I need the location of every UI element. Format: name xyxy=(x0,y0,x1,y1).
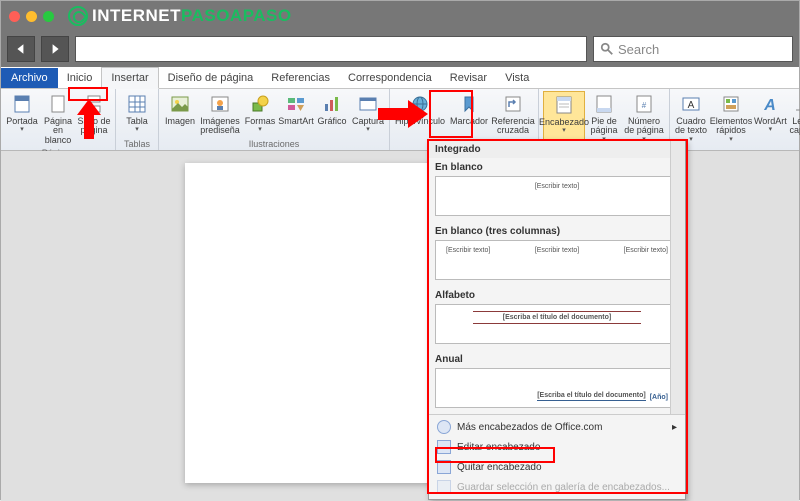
btn-captura[interactable]: Captura▾ xyxy=(351,91,385,138)
btn-imagen[interactable]: Imagen xyxy=(163,91,197,138)
btn-smartart[interactable]: SmartArt xyxy=(279,91,313,138)
gallery-footer: Más encabezados de Office.com▸ Editar en… xyxy=(429,415,685,499)
gallery-item-blank[interactable]: En blanco [Escribir texto] xyxy=(429,158,685,222)
tab-vista[interactable]: Vista xyxy=(496,68,538,88)
group-tablas: Tabla▾ Tablas xyxy=(116,89,159,150)
brand-white: INTERNET xyxy=(92,6,181,26)
btn-encabezado[interactable]: Encabezado▾ xyxy=(543,91,585,145)
btn-salto[interactable]: Salto de página xyxy=(77,91,111,147)
hyperlink-icon xyxy=(409,93,431,115)
office-icon xyxy=(437,420,451,434)
tab-revisar[interactable]: Revisar xyxy=(441,68,496,88)
dropcap-icon: A xyxy=(792,93,800,115)
gallery-item-alfabeto[interactable]: Alfabeto [Escriba el título del document… xyxy=(429,286,685,350)
gallery-item-3col[interactable]: En blanco (tres columnas) [Escribir text… xyxy=(429,222,685,286)
tab-referencias[interactable]: Referencias xyxy=(262,68,339,88)
btn-clipart[interactable]: Imágenes prediseña xyxy=(199,91,241,138)
cover-page-icon xyxy=(11,93,33,115)
group-paginas: Portada▾ Página en blanco Salto de págin… xyxy=(1,89,116,150)
tab-correspondencia[interactable]: Correspondencia xyxy=(339,68,441,88)
btn-hipervinculo[interactable]: Hipervínculo xyxy=(394,91,446,138)
page-break-icon xyxy=(83,93,105,115)
btn-tabla[interactable]: Tabla▾ xyxy=(120,91,154,136)
close-mac-button[interactable] xyxy=(9,11,20,22)
tab-insertar[interactable]: Insertar xyxy=(101,67,158,89)
btn-wordart[interactable]: AWordArt▾ xyxy=(754,91,787,149)
screenshot-icon xyxy=(357,93,379,115)
back-button[interactable] xyxy=(7,36,35,62)
gallery-remove-header[interactable]: Quitar encabezado xyxy=(429,457,685,477)
header-gallery-dropdown: Integrado En blanco [Escribir texto] En … xyxy=(428,140,686,500)
quickparts-icon xyxy=(720,93,742,115)
btn-pie[interactable]: Pie de página▾ xyxy=(587,91,621,145)
btn-grafico[interactable]: Gráfico xyxy=(315,91,349,138)
search-input[interactable]: Search xyxy=(593,36,793,62)
address-bar[interactable] xyxy=(75,36,587,62)
group-label-ilustraciones: Ilustraciones xyxy=(249,138,300,150)
group-texto: ACuadro de texto▾ Elementos rápidos▾ AWo… xyxy=(670,89,800,150)
search-placeholder: Search xyxy=(618,42,659,57)
edit-header-icon xyxy=(437,440,451,454)
group-ilustraciones: Imagen Imágenes prediseña Formas▾ SmartA… xyxy=(159,89,390,150)
btn-pagina-blanco[interactable]: Página en blanco xyxy=(41,91,75,147)
picture-icon xyxy=(169,93,191,115)
ribbon-tabs: Archivo Inicio Insertar Diseño de página… xyxy=(1,67,799,89)
brand-green: PASOAPASO xyxy=(181,6,292,26)
page-number-icon: # xyxy=(633,93,655,115)
tab-inicio[interactable]: Inicio xyxy=(58,68,102,88)
remove-header-icon xyxy=(437,460,451,474)
tab-diseno[interactable]: Diseño de página xyxy=(159,68,263,88)
gallery-save-selection: Guardar selección en galería de encabeza… xyxy=(429,477,685,497)
gallery-more-office[interactable]: Más encabezados de Office.com▸ xyxy=(429,417,685,437)
svg-text:#: # xyxy=(642,101,647,110)
browser-titlebar: INTERNETPASOAPASO xyxy=(1,1,799,31)
site-brand: INTERNETPASOAPASO xyxy=(68,6,292,26)
group-label-tablas: Tablas xyxy=(124,138,150,150)
brand-logo-icon xyxy=(68,6,88,26)
gallery-section-header: Integrado xyxy=(429,141,685,158)
blank-page-icon xyxy=(47,93,69,115)
minimize-mac-button[interactable] xyxy=(26,11,37,22)
maximize-mac-button[interactable] xyxy=(43,11,54,22)
btn-marcador[interactable]: Marcador xyxy=(448,91,490,138)
bookmark-icon xyxy=(458,93,480,115)
btn-formas[interactable]: Formas▾ xyxy=(243,91,277,138)
btn-portada[interactable]: Portada▾ xyxy=(5,91,39,147)
header-icon xyxy=(553,94,575,116)
btn-numero[interactable]: #Número de página▾ xyxy=(623,91,665,145)
crossref-icon xyxy=(502,93,524,115)
btn-elementos[interactable]: Elementos rápidos▾ xyxy=(710,91,752,149)
textbox-icon: A xyxy=(680,93,702,115)
chart-icon xyxy=(321,93,343,115)
btn-ref-cruzada[interactable]: Referencia cruzada xyxy=(492,91,534,138)
svg-text:A: A xyxy=(688,100,695,111)
gallery-item-anual[interactable]: Anual [Escriba el título del documento] … xyxy=(429,350,685,414)
svg-text:A: A xyxy=(764,97,777,114)
smartart-icon xyxy=(285,93,307,115)
gallery-edit-header[interactable]: Editar encabezado xyxy=(429,437,685,457)
clipart-icon xyxy=(209,93,231,115)
table-icon xyxy=(126,93,148,115)
save-gallery-icon xyxy=(437,480,451,494)
browser-nav: Search xyxy=(1,31,799,67)
footer-icon xyxy=(593,93,615,115)
wordart-icon: A xyxy=(759,93,781,115)
forward-button[interactable] xyxy=(41,36,69,62)
tab-file[interactable]: Archivo xyxy=(1,68,58,88)
shapes-icon xyxy=(249,93,271,115)
btn-letra-capital[interactable]: ALetra capital▾ xyxy=(789,91,800,149)
search-icon xyxy=(600,42,614,56)
